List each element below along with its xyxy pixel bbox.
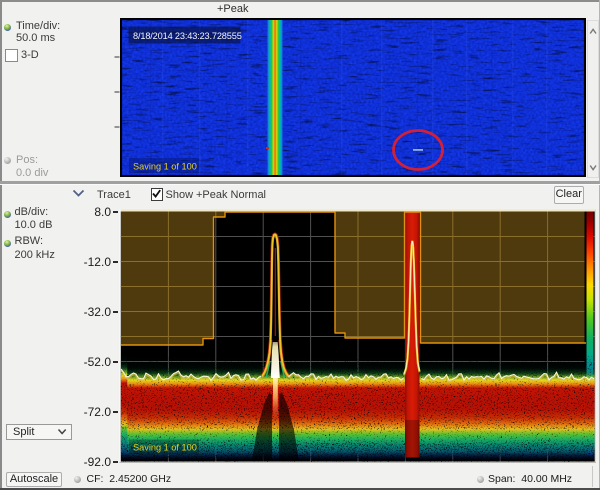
svg-text:8/18/2014 23:43:23.728555: 8/18/2014 23:43:23.728555	[133, 31, 242, 41]
svg-text:Saving 1 of 100: Saving 1 of 100	[133, 162, 197, 172]
svg-text:Saving 1 of 100: Saving 1 of 100	[133, 443, 197, 453]
